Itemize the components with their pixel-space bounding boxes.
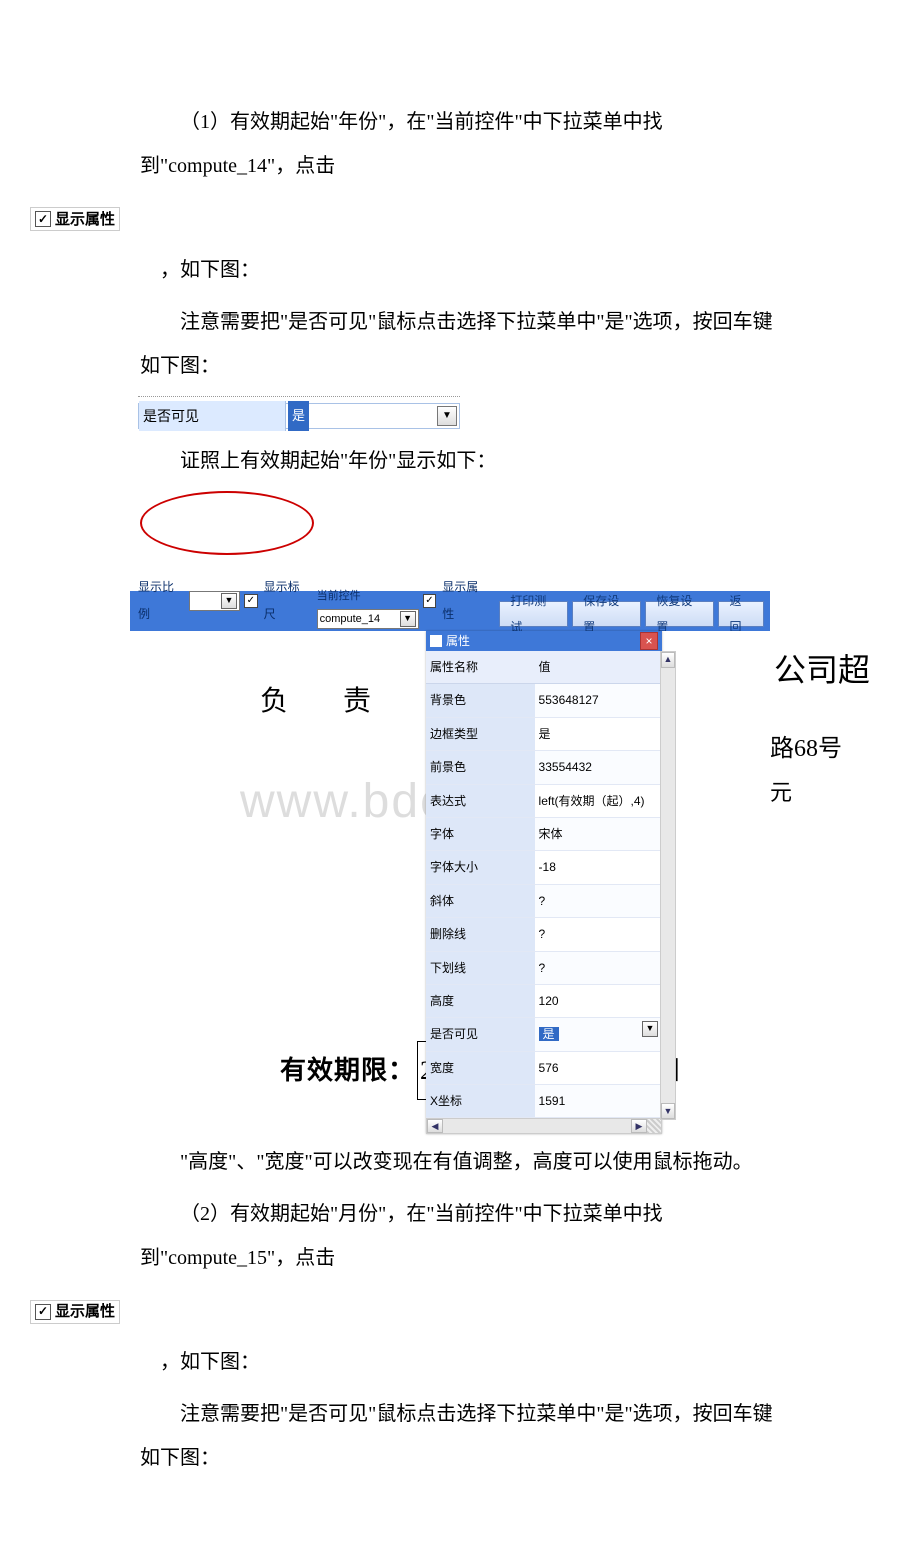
show-property-checkbox-tb[interactable]: ✓ xyxy=(423,594,437,608)
paragraph-3: 证照上有效期起始"年份"显示如下： xyxy=(140,439,780,483)
property-row[interactable]: 字体大小-18 xyxy=(426,851,662,884)
chevron-down-icon[interactable]: ▼ xyxy=(437,406,457,426)
property-row[interactable]: 是否可见是▼ xyxy=(426,1018,662,1051)
property-name: 下划线 xyxy=(426,951,535,984)
property-row[interactable]: 斜体? xyxy=(426,884,662,917)
visible-row-box: 是否可见 是 ▼ xyxy=(138,396,460,429)
validity-label: 有效期限： xyxy=(280,1056,415,1085)
property-name: X坐标 xyxy=(426,1085,535,1118)
property-row[interactable]: X坐标1591 xyxy=(426,1085,662,1118)
property-col-value: 值 xyxy=(535,651,662,684)
show-ruler-label: 显示标尺 xyxy=(262,574,313,627)
property-value[interactable]: left(有效期（起）,4) xyxy=(535,784,662,817)
checkbox-icon: ✓ xyxy=(35,1304,51,1320)
property-value[interactable]: ? xyxy=(535,951,662,984)
property-row[interactable]: 表达式left(有效期（起）,4) xyxy=(426,784,662,817)
ellipse-annotation xyxy=(140,491,780,571)
visible-selected-value: 是 xyxy=(288,401,309,432)
show-ruler-checkbox[interactable]: ✓ xyxy=(244,594,258,608)
ui-body: 负 责 人 www.bdocx.com 公司超 路68号 元 ▭ 属性 × 属性… xyxy=(130,631,770,981)
show-property-checkbox-2[interactable]: ✓ 显示属性 xyxy=(30,1300,120,1324)
property-panel: ▭ 属性 × 属性名称 值 背景色553648127边框类型是前景色335544… xyxy=(426,631,662,1134)
paragraph-5b: ，如下图： xyxy=(140,1340,780,1384)
paragraph-1: （1）有效期起始"年份"，在"当前控件"中下拉菜单中找到"compute_14"… xyxy=(140,100,780,188)
property-value[interactable]: 553648127 xyxy=(535,684,662,717)
close-icon[interactable]: × xyxy=(640,632,658,650)
scroll-up-icon[interactable]: ▲ xyxy=(661,652,675,668)
property-title-bar: ▭ 属性 × xyxy=(426,631,662,651)
property-name: 是否可见 xyxy=(426,1018,535,1051)
paragraph-1b: ，如下图： xyxy=(140,248,780,292)
property-value[interactable]: 宋体 xyxy=(535,817,662,850)
ui-panel: 显示比例 ▼ ✓ 显示标尺 当前控件 compute_14 ▼ ✓ 显示属性 xyxy=(130,591,770,981)
property-table: 属性名称 值 背景色553648127边框类型是前景色33554432表达式le… xyxy=(426,651,662,1118)
paragraph-4: "高度"、"宽度"可以改变现在有值调整，高度可以使用鼠标拖动。 xyxy=(140,1140,780,1184)
property-name: 删除线 xyxy=(426,918,535,951)
property-col-name: 属性名称 xyxy=(426,651,535,684)
save-setting-button[interactable]: 保存设置 xyxy=(572,601,641,627)
property-name: 字体 xyxy=(426,817,535,850)
property-row[interactable]: 下划线? xyxy=(426,951,662,984)
property-name: 高度 xyxy=(426,984,535,1017)
property-name: 表达式 xyxy=(426,784,535,817)
scroll-down-icon[interactable]: ▼ xyxy=(661,1103,675,1119)
yuan-text: 元 xyxy=(770,769,792,817)
horizontal-scrollbar[interactable]: ◀ ▶ xyxy=(426,1118,662,1134)
property-name: 字体大小 xyxy=(426,851,535,884)
scale-select[interactable]: ▼ xyxy=(189,591,240,611)
scroll-right-icon[interactable]: ▶ xyxy=(631,1119,647,1133)
lu68-text: 路68号 xyxy=(770,723,842,776)
chevron-down-icon: ▼ xyxy=(221,593,237,609)
chevron-down-icon[interactable]: ▼ xyxy=(642,1021,658,1037)
scale-label: 显示比例 xyxy=(136,574,187,627)
property-value[interactable]: 33554432 xyxy=(535,751,662,784)
property-row[interactable]: 前景色33554432 xyxy=(426,751,662,784)
property-value[interactable]: 576 xyxy=(535,1051,662,1084)
property-value[interactable]: 1591 xyxy=(535,1085,662,1118)
property-value[interactable]: ? xyxy=(535,884,662,917)
current-control-select[interactable]: compute_14 ▼ xyxy=(317,609,419,629)
property-name: 边框类型 xyxy=(426,717,535,750)
property-row[interactable]: 背景色553648127 xyxy=(426,684,662,717)
property-value[interactable]: 是 xyxy=(535,717,662,750)
property-row[interactable]: 边框类型是 xyxy=(426,717,662,750)
show-property-label: 显示属性 xyxy=(55,203,115,236)
gongsi-text: 公司超 xyxy=(774,635,870,705)
property-name: 背景色 xyxy=(426,684,535,717)
ui-toolbar: 显示比例 ▼ ✓ 显示标尺 当前控件 compute_14 ▼ ✓ 显示属性 xyxy=(130,591,770,631)
property-name: 前景色 xyxy=(426,751,535,784)
property-row[interactable]: 删除线? xyxy=(426,918,662,951)
visible-label: 是否可见 xyxy=(139,401,286,432)
property-row[interactable]: 高度120 xyxy=(426,984,662,1017)
return-button[interactable]: 返回 xyxy=(718,601,764,627)
restore-setting-button[interactable]: 恢复设置 xyxy=(645,601,714,627)
property-value[interactable]: 是▼ xyxy=(535,1018,662,1051)
property-row[interactable]: 宽度576 xyxy=(426,1051,662,1084)
chevron-down-icon: ▼ xyxy=(400,611,416,627)
current-control-header: 当前控件 xyxy=(317,584,361,608)
show-property-checkbox-1[interactable]: ✓ 显示属性 xyxy=(30,207,120,231)
print-test-button[interactable]: 打印测试 xyxy=(499,601,568,627)
resize-grip-icon[interactable] xyxy=(647,1119,661,1133)
property-value[interactable]: -18 xyxy=(535,851,662,884)
property-row[interactable]: 字体宋体 xyxy=(426,817,662,850)
property-name: 斜体 xyxy=(426,884,535,917)
property-title: 属性 xyxy=(446,628,470,654)
show-property-label-2: 显示属性 xyxy=(55,1295,115,1328)
property-value[interactable]: ? xyxy=(535,918,662,951)
checkbox-icon: ✓ xyxy=(35,211,51,227)
window-icon: ▭ xyxy=(430,635,442,647)
show-property-label-tb: 显示属性 xyxy=(440,574,491,627)
current-control-value: compute_14 xyxy=(320,607,381,631)
paragraph-5: （2）有效期起始"月份"，在"当前控件"中下拉菜单中找到"compute_15"… xyxy=(140,1192,780,1280)
paragraph-6: 注意需要把"是否可见"鼠标点击选择下拉菜单中"是"选项，按回车键如下图： xyxy=(140,1392,780,1480)
paragraph-2: 注意需要把"是否可见"鼠标点击选择下拉菜单中"是"选项，按回车键如下图： xyxy=(140,300,780,388)
property-name: 宽度 xyxy=(426,1051,535,1084)
property-value[interactable]: 120 xyxy=(535,984,662,1017)
vertical-scrollbar[interactable]: ▲ ▼ xyxy=(660,651,676,1120)
visible-value-cell[interactable]: 是 ▼ xyxy=(286,404,459,428)
scroll-left-icon[interactable]: ◀ xyxy=(427,1119,443,1133)
